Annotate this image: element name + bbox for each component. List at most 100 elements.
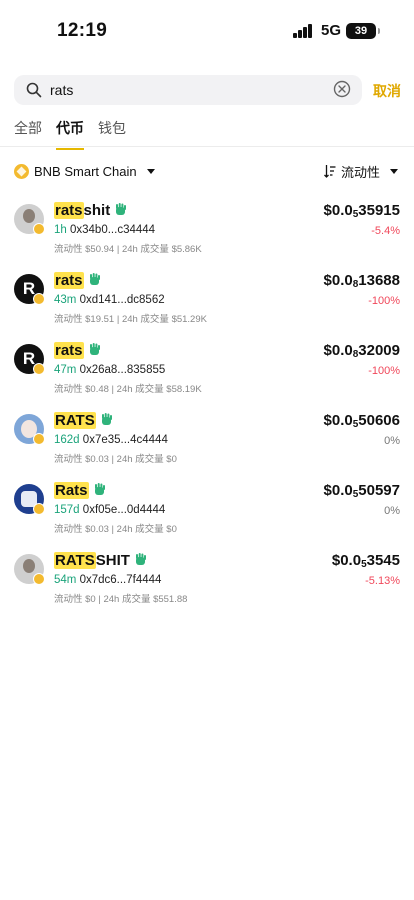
search-bar[interactable]	[14, 75, 362, 105]
tab-tokens[interactable]: 代币	[56, 118, 84, 150]
token-price: $0.0832009	[324, 342, 400, 360]
token-address[interactable]: 0x7e35...4c4444	[83, 434, 168, 446]
bnb-badge-icon	[33, 223, 45, 235]
price-digits: 13688	[358, 272, 400, 289]
bnb-badge-icon	[33, 433, 45, 445]
token-name: Rats	[54, 482, 106, 499]
price-change: 0%	[384, 435, 400, 447]
token-price: $0.0550606	[324, 412, 400, 430]
price-digits: 3545	[366, 552, 400, 569]
token-name: ratsshit	[54, 202, 127, 219]
token-name-highlight: rats	[54, 342, 84, 359]
search-input[interactable]	[50, 80, 330, 100]
token-stats: 流动性 $50.94 | 24h 成交量 $5.86K	[54, 244, 202, 255]
token-row[interactable]: R rats 47m 0x26a8...835855 流动性 $0.48 | 2…	[0, 340, 414, 410]
price-digits: 35915	[358, 202, 400, 219]
token-meta: 1h 0x34b0...c34444	[54, 224, 155, 236]
price-prefix: $0.0	[323, 482, 353, 499]
verified-hand-icon	[94, 483, 105, 495]
verified-hand-icon	[101, 413, 112, 425]
token-age: 47m	[54, 364, 77, 376]
signal-icon	[293, 24, 315, 38]
bnb-badge-icon	[33, 573, 45, 585]
battery-level: 39	[354, 25, 368, 37]
bnb-badge-icon	[33, 503, 45, 515]
chevron-down-icon	[146, 168, 155, 174]
token-address[interactable]: 0x7dc6...7f4444	[80, 574, 162, 586]
token-name: rats	[54, 342, 101, 359]
token-stats: 流动性 $0.03 | 24h 成交量 $0	[54, 454, 177, 465]
token-row[interactable]: RATSSHIT 54m 0x7dc6...7f4444 流动性 $0 | 24…	[0, 550, 414, 620]
verified-hand-icon	[89, 343, 100, 355]
verified-hand-icon	[89, 273, 100, 285]
token-name-highlight: rats	[54, 202, 84, 219]
token-age: 1h	[54, 224, 67, 236]
price-digits: 32009	[358, 342, 400, 359]
token-stats: 流动性 $0.03 | 24h 成交量 $0	[54, 524, 177, 535]
price-prefix: $0.0	[323, 202, 353, 219]
cancel-button[interactable]: 取消	[373, 81, 401, 101]
token-age: 157d	[54, 504, 80, 516]
battery-icon: 39	[346, 23, 380, 39]
bnb-badge-icon	[33, 363, 45, 375]
token-age: 43m	[54, 294, 77, 306]
sort-icon	[324, 165, 336, 178]
token-row[interactable]: ratsshit 1h 0x34b0...c34444 流动性 $50.94 |…	[0, 200, 414, 270]
status-time: 12:19	[57, 20, 108, 41]
token-price: $0.0550597	[324, 482, 400, 500]
token-row[interactable]: RATS 162d 0x7e35...4c4444 流动性 $0.03 | 24…	[0, 410, 414, 480]
token-meta: 43m 0xd141...dc8562	[54, 294, 165, 306]
token-meta: 162d 0x7e35...4c4444	[54, 434, 168, 446]
token-meta: 47m 0x26a8...835855	[54, 364, 165, 376]
token-age: 54m	[54, 574, 77, 586]
price-prefix: $0.0	[323, 412, 353, 429]
clear-search-icon[interactable]	[333, 80, 351, 98]
chain-filter[interactable]: BNB Smart Chain	[14, 161, 155, 181]
tab-all[interactable]: 全部	[14, 118, 42, 142]
token-price: $0.0813688	[324, 272, 400, 290]
price-change: -100%	[368, 295, 400, 307]
token-meta: 54m 0x7dc6...7f4444	[54, 574, 161, 586]
status-bar: 12:19 5G 39	[0, 0, 414, 60]
token-age: 162d	[54, 434, 80, 446]
price-prefix: $0.0	[331, 552, 362, 569]
token-price: $0.0535915	[324, 202, 400, 220]
token-address[interactable]: 0x34b0...c34444	[70, 224, 155, 236]
network-type: 5G	[321, 22, 342, 39]
token-row[interactable]: Rats 157d 0xf05e...0d4444 流动性 $0.03 | 24…	[0, 480, 414, 550]
token-address[interactable]: 0x26a8...835855	[80, 364, 166, 376]
token-name: RATS	[54, 412, 113, 429]
token-name-highlight: Rats	[54, 482, 89, 499]
token-name-highlight: RATS	[54, 552, 96, 569]
sort-filter[interactable]: 流动性	[324, 161, 399, 181]
token-price: $0.053545	[332, 552, 400, 570]
token-name-rest: shit	[83, 202, 111, 219]
token-stats: 流动性 $0.48 | 24h 成交量 $58.19K	[54, 384, 202, 395]
chevron-down-icon	[390, 168, 399, 174]
chain-filter-label: BNB Smart Chain	[34, 163, 137, 179]
token-stats: 流动性 $19.51 | 24h 成交量 $51.29K	[54, 314, 207, 325]
price-digits: 50606	[358, 412, 400, 429]
search-icon	[26, 82, 42, 98]
token-stats: 流动性 $0 | 24h 成交量 $551.88	[54, 594, 188, 605]
token-row[interactable]: R rats 43m 0xd141...dc8562 流动性 $19.51 | …	[0, 270, 414, 340]
token-address[interactable]: 0xd141...dc8562	[80, 294, 165, 306]
token-name: rats	[54, 272, 101, 289]
price-prefix: $0.0	[323, 272, 353, 289]
token-name-highlight: RATS	[54, 412, 96, 429]
bnb-chain-icon	[14, 163, 29, 179]
token-address[interactable]: 0xf05e...0d4444	[83, 504, 166, 516]
sort-filter-label: 流动性	[341, 164, 381, 180]
price-change: -5.4%	[371, 225, 400, 237]
result-tabs: 全部 代币 钱包	[14, 118, 126, 150]
tab-wallets[interactable]: 钱包	[98, 118, 126, 142]
price-prefix: $0.0	[323, 342, 353, 359]
price-change: -5.13%	[365, 575, 400, 587]
token-name-rest: SHIT	[95, 552, 130, 569]
price-digits: 50597	[358, 482, 400, 499]
token-meta: 157d 0xf05e...0d4444	[54, 504, 165, 516]
price-change: -100%	[368, 365, 400, 377]
token-name-highlight: rats	[54, 272, 84, 289]
tabs-divider	[0, 146, 414, 147]
price-change: 0%	[384, 505, 400, 517]
